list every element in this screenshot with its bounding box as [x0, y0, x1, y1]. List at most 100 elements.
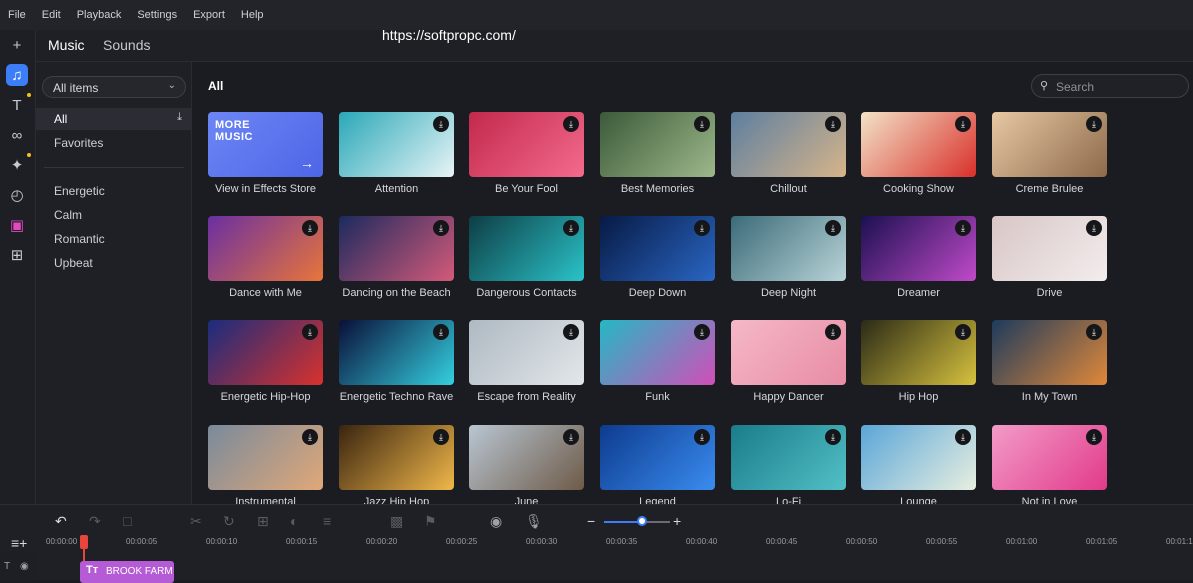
- track-thumbnail[interactable]: ⤓: [339, 112, 454, 177]
- track-card[interactable]: ⤓ Attention: [339, 112, 454, 196]
- download-icon[interactable]: ⤓: [825, 324, 841, 340]
- undo-icon[interactable]: ↶: [55, 513, 67, 530]
- more-tools-icon[interactable]: ⊞: [6, 244, 28, 266]
- download-icon[interactable]: ⤓: [694, 324, 710, 340]
- track-card[interactable]: ⤓ Escape from Reality: [469, 320, 584, 404]
- stickers-icon[interactable]: ◴: [6, 184, 28, 206]
- crop-icon[interactable]: ⊞: [257, 513, 269, 530]
- cut-icon[interactable]: ✂: [190, 513, 202, 530]
- track-thumbnail[interactable]: ⤓: [339, 320, 454, 385]
- plus-icon[interactable]: +: [6, 34, 28, 56]
- track-thumbnail[interactable]: ⤓: [861, 425, 976, 490]
- track-card[interactable]: ⤓ Energetic Techno Rave: [339, 320, 454, 404]
- download-icon[interactable]: ⤓: [955, 220, 971, 236]
- track-card[interactable]: ⤓ Happy Dancer: [731, 320, 846, 404]
- track-thumbnail[interactable]: ⤓: [208, 320, 323, 385]
- magic-wand-icon[interactable]: ✦: [6, 153, 31, 176]
- sidebar-item-romantic[interactable]: Romantic: [36, 228, 192, 250]
- track-thumbnail[interactable]: ⤓: [992, 425, 1107, 490]
- track-thumbnail[interactable]: ⤓: [469, 216, 584, 281]
- menu-export[interactable]: Export: [185, 9, 233, 21]
- sidebar-item-energetic[interactable]: Energetic: [36, 180, 192, 202]
- track-card[interactable]: ⤓ Best Memories: [600, 112, 715, 196]
- sidebar-item-upbeat[interactable]: Upbeat: [36, 252, 192, 274]
- download-icon[interactable]: ⤓: [1086, 116, 1102, 132]
- download-icon[interactable]: ⤓: [825, 116, 841, 132]
- track-card[interactable]: ⤓ Energetic Hip-Hop: [208, 320, 323, 404]
- download-icon[interactable]: ⤓: [433, 116, 449, 132]
- zoom-out-icon[interactable]: −: [587, 513, 595, 529]
- track-card[interactable]: ⤓ Lo-Fi: [731, 425, 846, 504]
- track-card[interactable]: ⤓ Dance with Me: [208, 216, 323, 300]
- download-icon[interactable]: ⤓: [302, 324, 318, 340]
- color-adjust-icon[interactable]: ◐: [290, 513, 298, 529]
- rotate-icon[interactable]: ↻: [223, 513, 235, 530]
- eye-icon[interactable]: ◉: [20, 561, 29, 572]
- download-icon[interactable]: ⤓: [955, 116, 971, 132]
- settings-sliders-icon[interactable]: ≡: [323, 513, 331, 529]
- add-track-icon[interactable]: ≡+: [11, 535, 27, 551]
- track-thumbnail[interactable]: ⤓: [861, 320, 976, 385]
- timeline-ruler[interactable]: 00:00:00 00:00:05 00:00:10 00:00:15 00:00:20…: [44, 535, 1193, 551]
- menu-settings[interactable]: Settings: [129, 9, 185, 21]
- download-icon[interactable]: ⤓: [433, 220, 449, 236]
- track-thumbnail[interactable]: ⤓: [600, 320, 715, 385]
- more-music-card[interactable]: MORE MUSIC → View in Effects Store: [208, 112, 323, 196]
- download-icon[interactable]: ⤓: [563, 116, 579, 132]
- track-card[interactable]: ⤓ Instrumental: [208, 425, 323, 504]
- download-icon[interactable]: ⤓: [433, 429, 449, 445]
- search-input[interactable]: ⚲ Search: [1031, 74, 1189, 98]
- sidebar-item-all[interactable]: All ⤓: [36, 108, 192, 130]
- track-thumbnail[interactable]: ⤓: [600, 216, 715, 281]
- zoom-slider-handle[interactable]: [637, 516, 647, 526]
- track-thumbnail[interactable]: ⤓: [469, 320, 584, 385]
- download-icon[interactable]: ⤓: [433, 324, 449, 340]
- sidebar-item-favorites[interactable]: Favorites: [36, 132, 192, 154]
- track-card[interactable]: ⤓ June: [469, 425, 584, 504]
- download-icon[interactable]: ⤓: [563, 220, 579, 236]
- track-thumbnail[interactable]: ⤓: [469, 425, 584, 490]
- track-card[interactable]: ⤓ Deep Night: [731, 216, 846, 300]
- track-thumbnail[interactable]: ⤓: [861, 112, 976, 177]
- track-card[interactable]: ⤓ Dangerous Contacts: [469, 216, 584, 300]
- download-icon[interactable]: ⤓: [563, 429, 579, 445]
- microphone-icon[interactable]: 🎙: [525, 513, 543, 530]
- track-thumbnail[interactable]: ⤓: [469, 112, 584, 177]
- download-icon[interactable]: ⤓: [1086, 220, 1102, 236]
- download-icon[interactable]: ⤓: [955, 429, 971, 445]
- track-thumbnail[interactable]: ⤓: [861, 216, 976, 281]
- menu-edit[interactable]: Edit: [34, 9, 69, 21]
- track-card[interactable]: ⤓ Funk: [600, 320, 715, 404]
- music-note-icon[interactable]: ♫: [6, 64, 28, 86]
- track-card[interactable]: ⤓ Dreamer: [861, 216, 976, 300]
- tab-music[interactable]: Music: [48, 37, 85, 53]
- download-icon[interactable]: ⤓: [694, 220, 710, 236]
- track-card[interactable]: ⤓ Drive: [992, 216, 1107, 300]
- track-card[interactable]: ⤓ Deep Down: [600, 216, 715, 300]
- download-icon[interactable]: ⤓: [825, 429, 841, 445]
- track-thumbnail[interactable]: ⤓: [600, 425, 715, 490]
- track-card[interactable]: ⤓ Legend: [600, 425, 715, 504]
- download-icon[interactable]: ⤓: [302, 220, 318, 236]
- playhead-handle[interactable]: [80, 535, 88, 549]
- sidebar-item-calm[interactable]: Calm: [36, 204, 192, 226]
- download-icon[interactable]: ⤓: [563, 324, 579, 340]
- track-card[interactable]: ⤓ Jazz Hip Hop: [339, 425, 454, 504]
- download-icon[interactable]: ⤓: [694, 429, 710, 445]
- download-icon[interactable]: ⤓: [1086, 324, 1102, 340]
- insert-clip-icon[interactable]: ▩: [390, 513, 403, 530]
- track-card[interactable]: ⤓ Dancing on the Beach: [339, 216, 454, 300]
- track-thumbnail[interactable]: ⤓: [731, 112, 846, 177]
- tab-sounds[interactable]: Sounds: [103, 37, 150, 53]
- track-thumbnail[interactable]: ⤓: [992, 112, 1107, 177]
- track-card[interactable]: ⤓ Chillout: [731, 112, 846, 196]
- filter-dropdown[interactable]: All items ⌄: [42, 76, 186, 98]
- track-thumbnail[interactable]: ⤓: [731, 320, 846, 385]
- track-card[interactable]: ⤓ In My Town: [992, 320, 1107, 404]
- webcam-icon[interactable]: ◉: [490, 513, 502, 530]
- track-thumbnail[interactable]: ⤓: [208, 216, 323, 281]
- zoom-in-icon[interactable]: +: [673, 513, 681, 529]
- download-icon[interactable]: ⤓: [694, 116, 710, 132]
- track-thumbnail[interactable]: ⤓: [992, 216, 1107, 281]
- menu-help[interactable]: Help: [233, 9, 272, 21]
